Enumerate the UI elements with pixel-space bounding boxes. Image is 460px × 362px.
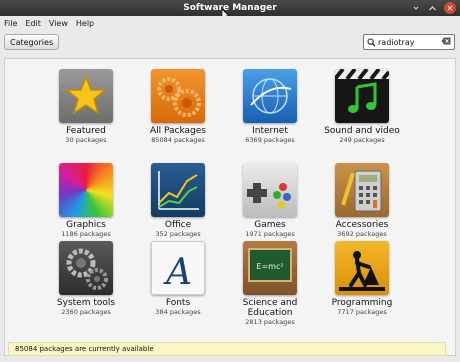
category-graphics[interactable]: Graphics 1186 packages bbox=[46, 163, 126, 238]
tile-count: 6369 packages bbox=[245, 136, 295, 144]
close-icon: ✕ bbox=[446, 3, 454, 13]
tile-count: 3692 packages bbox=[337, 230, 387, 238]
tile-label: Graphics bbox=[66, 220, 106, 230]
gamepad-icon bbox=[243, 163, 297, 217]
category-sound-and-video[interactable]: Sound and video 249 packages bbox=[322, 69, 402, 144]
font-icon: A bbox=[151, 241, 205, 295]
chart-icon bbox=[151, 163, 205, 217]
category-featured[interactable]: Featured 30 packages bbox=[46, 69, 126, 144]
tile-label: Science and Education bbox=[242, 298, 298, 318]
color-wheel-icon bbox=[59, 163, 113, 217]
search-box[interactable] bbox=[363, 34, 455, 50]
tile-label: All Packages bbox=[149, 126, 206, 136]
menu-edit[interactable]: Edit bbox=[25, 19, 41, 28]
tile-label: Fonts bbox=[165, 298, 191, 308]
menu-view[interactable]: View bbox=[49, 19, 68, 28]
status-bar: 85084 packages are currently available bbox=[8, 342, 446, 356]
tile-count: 1971 packages bbox=[245, 230, 295, 238]
maximize-icon bbox=[428, 5, 436, 10]
tile-count: 1186 packages bbox=[61, 230, 111, 238]
tile-label: Office bbox=[164, 220, 192, 230]
tile-count: 30 packages bbox=[65, 136, 107, 144]
menu-help[interactable]: Help bbox=[76, 19, 94, 28]
gears-icon bbox=[151, 69, 205, 123]
menu-file[interactable]: File bbox=[4, 19, 17, 28]
star-icon bbox=[59, 69, 113, 123]
tile-label: Accessories bbox=[335, 220, 389, 230]
category-games[interactable]: Games 1971 packages bbox=[230, 163, 310, 238]
search-icon bbox=[367, 37, 375, 47]
category-fonts[interactable]: A Fonts 384 packages bbox=[138, 241, 218, 316]
app-window: File Edit View Help Categories Featured … bbox=[0, 16, 460, 362]
menubar: File Edit View Help bbox=[0, 16, 460, 30]
tile-count: 85084 packages bbox=[151, 136, 205, 144]
tile-label: System tools bbox=[56, 298, 116, 308]
category-all-packages[interactable]: All Packages 85084 packages bbox=[138, 69, 218, 144]
minimize-button[interactable] bbox=[408, 2, 420, 14]
globe-icon bbox=[243, 69, 297, 123]
minimize-icon bbox=[413, 6, 418, 10]
svg-text:E=mc²: E=mc² bbox=[256, 262, 283, 271]
category-office[interactable]: Office 352 packages bbox=[138, 163, 218, 238]
tile-label: Sound and video bbox=[324, 126, 400, 136]
tile-count: 2360 packages bbox=[61, 308, 111, 316]
category-grid: Featured 30 packages All Packages 85084 … bbox=[4, 58, 456, 356]
calculator-icon bbox=[335, 163, 389, 217]
category-system-tools[interactable]: System tools 2360 packages bbox=[46, 241, 126, 316]
svg-text:A: A bbox=[163, 252, 192, 293]
tile-label: Featured bbox=[66, 126, 106, 136]
tile-label: Games bbox=[254, 220, 286, 230]
construction-icon bbox=[335, 241, 389, 295]
clear-search-icon[interactable] bbox=[441, 37, 451, 47]
maximize-button[interactable] bbox=[426, 2, 438, 14]
chalkboard-icon: E=mc² bbox=[243, 241, 297, 295]
gear-icon bbox=[59, 241, 113, 295]
category-internet[interactable]: Internet 6369 packages bbox=[230, 69, 310, 144]
window-titlebar[interactable]: Software Manager ✕ bbox=[0, 0, 460, 16]
categories-button[interactable]: Categories bbox=[4, 34, 60, 50]
tile-count: 2813 packages bbox=[245, 318, 295, 326]
search-input[interactable] bbox=[378, 37, 438, 47]
tile-label: Programming bbox=[331, 298, 393, 308]
tile-count: 384 packages bbox=[155, 308, 201, 316]
category-science-and-education[interactable]: E=mc² Science and Education 2813 package… bbox=[230, 241, 310, 326]
category-accessories[interactable]: Accessories 3692 packages bbox=[322, 163, 402, 238]
tile-count: 7717 packages bbox=[337, 308, 387, 316]
tile-count: 352 packages bbox=[155, 230, 201, 238]
close-button[interactable]: ✕ bbox=[444, 2, 456, 14]
category-programming[interactable]: Programming 7717 packages bbox=[322, 241, 402, 316]
tile-label: Internet bbox=[252, 126, 288, 136]
toolbar: Categories bbox=[0, 31, 460, 57]
music-note-icon bbox=[335, 69, 389, 123]
tile-count: 249 packages bbox=[339, 136, 385, 144]
